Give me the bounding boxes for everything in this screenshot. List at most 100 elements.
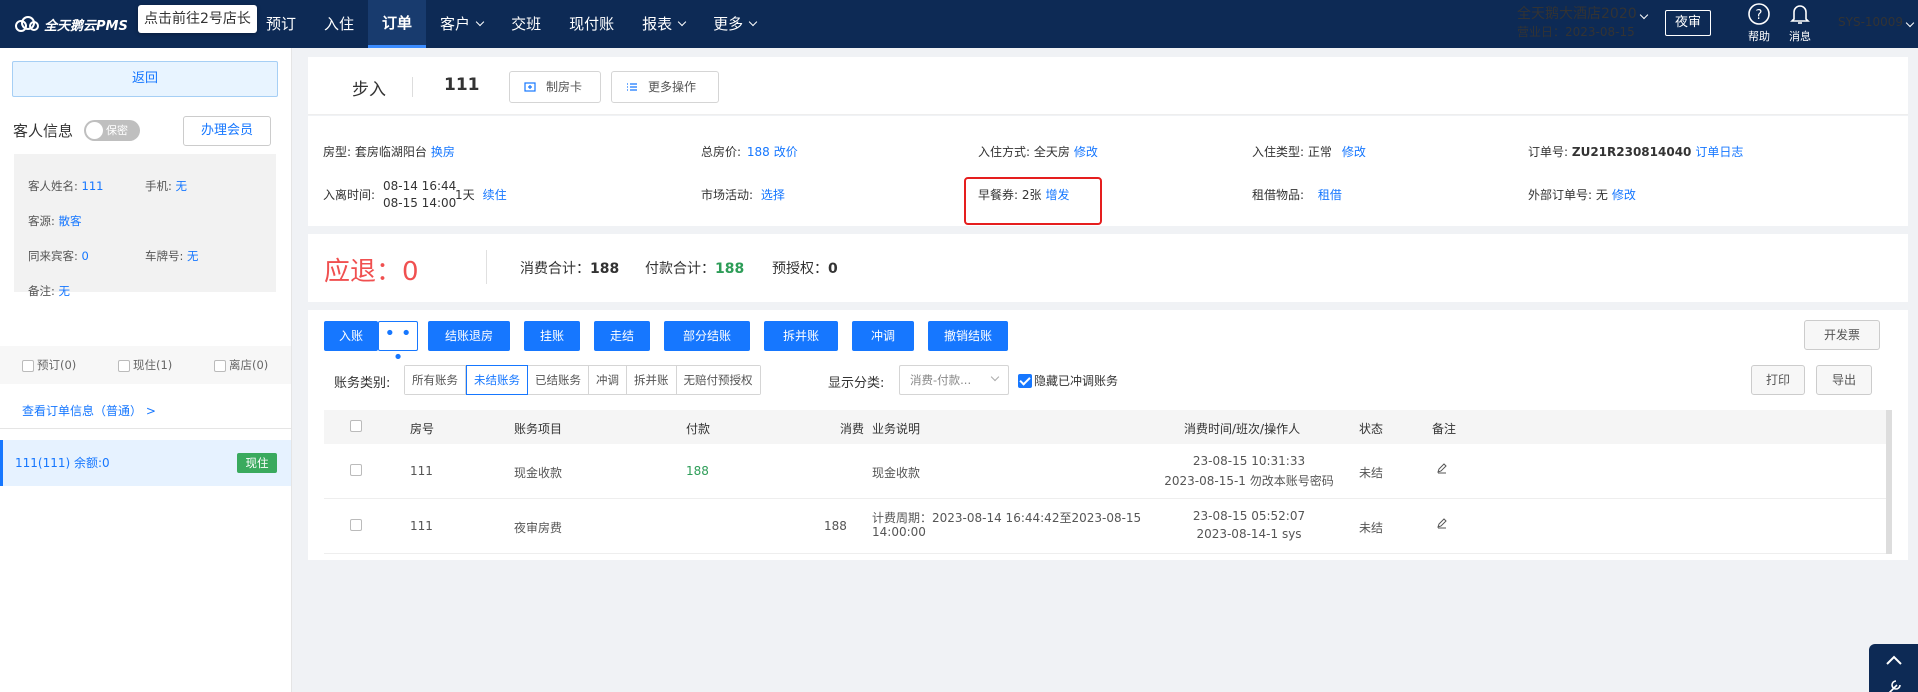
modify-external-link[interactable]: 修改 [1612, 188, 1636, 202]
print-button[interactable]: 打印 [1751, 365, 1805, 395]
companions-value[interactable]: 0 [82, 249, 89, 263]
nav-item-5[interactable]: 现付账 [555, 0, 628, 48]
external-order-field: 外部订单号: 无修改 [1528, 186, 1636, 203]
toolbar-button-6[interactable]: 冲调 [852, 321, 914, 351]
highlight-box [964, 177, 1102, 225]
vertical-scrollbar[interactable] [1886, 410, 1892, 554]
scroll-top-button[interactable] [1869, 644, 1918, 692]
row-checkbox[interactable] [350, 464, 362, 476]
depart-time: 08-15 14:00 [383, 196, 457, 210]
toolbar-button-7[interactable]: 撤销结账 [928, 321, 1008, 351]
status-filter-label: 预订(0) [37, 358, 77, 372]
refund-amount: 应退：0 [324, 251, 419, 288]
hotel-selector[interactable]: 全天鹅大酒店2020 营业日：2023-08-15 [1517, 5, 1648, 41]
hide-reversed-checkbox[interactable]: 隐藏已冲调账务 [1018, 372, 1118, 389]
chevron-down-icon [475, 17, 485, 27]
view-order-link[interactable]: 查看订单信息（普通） > [22, 402, 156, 419]
modify-method-link[interactable]: 修改 [1074, 145, 1098, 159]
secret-toggle[interactable]: 保密 [84, 120, 140, 141]
phone-field: 手机: 无 [145, 178, 187, 194]
rent-item-link[interactable]: 租借 [1318, 188, 1342, 202]
messages-button[interactable]: 消息 [1782, 2, 1818, 44]
room-list-item[interactable]: 111(111) 余额:0 现住 [0, 440, 291, 486]
toolbar-button-2[interactable]: 挂账 [524, 321, 580, 351]
invoice-button[interactable]: 开发票 [1804, 320, 1880, 350]
row-checkbox[interactable] [350, 519, 362, 531]
status-badge: 现住 [237, 453, 277, 473]
toolbar-button-4[interactable]: 部分结账 [664, 321, 750, 351]
cloud-logo-icon [15, 16, 39, 32]
order-log-link[interactable]: 订单日志 [1695, 145, 1743, 159]
payment-total: 付款合计：188 [645, 258, 744, 278]
preauth-total: 预授权：0 [772, 258, 838, 278]
account-type-option[interactable]: 冲调 [589, 366, 627, 394]
account-type-option[interactable]: 拆并账 [627, 366, 677, 394]
export-button[interactable]: 导出 [1816, 365, 1872, 395]
store-switch-tooltip[interactable]: 点击前往2号店长 [138, 5, 257, 33]
more-operations-button[interactable]: 更多操作 [611, 71, 719, 103]
more-actions-button[interactable]: • • • [378, 321, 418, 368]
remark-value[interactable]: 无 [59, 284, 71, 298]
label: 客源: [28, 214, 55, 228]
nights-field: 1天 续住 [455, 186, 507, 203]
nav-item-2[interactable]: 订单 [368, 0, 427, 48]
display-category-select[interactable]: 消费-付款... [899, 365, 1009, 395]
checkbox-checked-icon [1018, 373, 1032, 388]
toolbar-button-5[interactable]: 拆并账 [764, 321, 838, 351]
change-price-link[interactable]: 改价 [774, 145, 798, 159]
chevron-down-icon [990, 372, 1000, 382]
app-logo[interactable]: 全天鹅云PMS [0, 15, 140, 34]
order-header: 步入 111 制房卡 更多操作 [308, 57, 1908, 115]
select-market-link[interactable]: 选择 [761, 188, 785, 202]
toolbar-button-0[interactable]: 入账 [324, 321, 378, 351]
label: 市场活动: [701, 188, 754, 202]
payment-cell: 188 [686, 464, 709, 478]
label: 房型: [323, 145, 352, 159]
nav-item-0[interactable]: 预订 [252, 0, 310, 48]
nav-item-6[interactable]: 报表 [628, 0, 699, 48]
select-all-checkbox[interactable] [350, 420, 362, 432]
table-row[interactable]: 111 现金收款 188 现金收款 23-08-15 10:31:33 2023-08-1… [324, 444, 1892, 499]
account-type-option[interactable]: 所有账务 [405, 366, 466, 394]
help-button[interactable]: ? 帮助 [1741, 2, 1777, 44]
toolbar-button-3[interactable]: 走结 [594, 321, 650, 351]
make-card-button[interactable]: 制房卡 [509, 71, 601, 103]
total-price-value[interactable]: 188 [747, 145, 770, 159]
night-audit-button[interactable]: 夜审 [1665, 10, 1711, 36]
hide-reversed-label: 隐藏已冲调账务 [1034, 374, 1119, 388]
change-room-link[interactable]: 换房 [431, 145, 455, 159]
user-id: SYS-10009 [1838, 15, 1904, 29]
account-type-option[interactable]: 已结账务 [528, 366, 589, 394]
column-header: 付款 [686, 422, 711, 436]
phone-value[interactable]: 无 [176, 179, 188, 193]
toolbar-button-1[interactable]: 结账退房 [428, 321, 510, 351]
status-filter-checkbox[interactable]: 预订(0) [22, 357, 76, 373]
edit-icon[interactable] [1436, 462, 1448, 477]
time-cell: 23-08-15 10:31:33 [1192, 454, 1306, 468]
modify-type-link[interactable]: 修改 [1342, 145, 1366, 159]
member-button[interactable]: 办理会员 [183, 116, 271, 146]
nav-item-label: 现付账 [569, 15, 615, 33]
chevron-down-icon [677, 17, 687, 27]
nav-item-3[interactable]: 客户 [426, 0, 497, 48]
nav-item-1[interactable]: 入住 [310, 0, 368, 48]
guest-name[interactable]: 111 [82, 179, 104, 193]
nav-item-4[interactable]: 交班 [497, 0, 555, 48]
nights-value: 1天 [455, 188, 475, 202]
edit-icon[interactable] [1436, 517, 1448, 532]
operator-cell: 2023-08-15-1 勿改本账号密码 [1164, 474, 1334, 488]
account-type-option[interactable]: 无赔付预授权 [676, 366, 760, 394]
status-filter-checkbox[interactable]: 离店(0) [214, 357, 268, 373]
refund-value: 0 [402, 257, 419, 287]
plate-value[interactable]: 无 [187, 249, 199, 263]
extend-stay-link[interactable]: 续住 [483, 188, 507, 202]
status-filter-checkbox[interactable]: 现住(1) [118, 357, 172, 373]
bell-icon [1790, 5, 1810, 24]
nav-item-7[interactable]: 更多 [699, 0, 770, 48]
order-number: ZU21R230814040 [1571, 145, 1692, 159]
user-menu[interactable]: SYS-10009 [1838, 15, 1915, 29]
table-row[interactable]: 111 夜审房费 188 计费周期：2023-08-14 16:44:42至2023-… [324, 499, 1892, 554]
back-button[interactable]: 返回 [12, 61, 278, 97]
source-value[interactable]: 散客 [59, 214, 82, 228]
account-type-option[interactable]: 未结账务 [466, 365, 528, 395]
